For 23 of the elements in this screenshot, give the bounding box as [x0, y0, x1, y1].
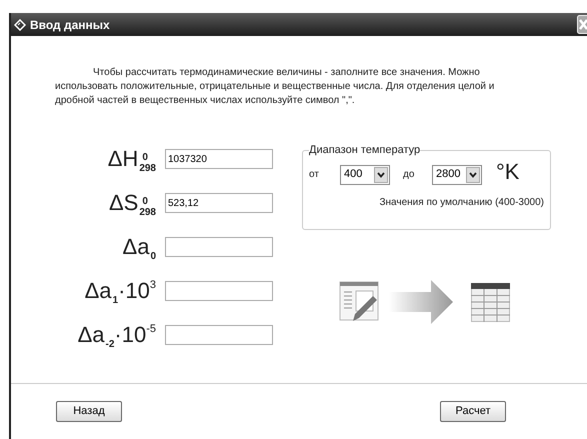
- group-title: Диапазон температур: [309, 143, 420, 158]
- default-range-note: Значения по умолчанию (400-3000): [379, 196, 544, 210]
- dropdown-icon: [469, 172, 477, 178]
- table-icon: [471, 282, 510, 322]
- back-button[interactable]: Назад: [56, 401, 122, 422]
- from-label: от: [309, 168, 320, 182]
- to-label: до: [403, 168, 416, 182]
- to-select[interactable]: 2800: [432, 164, 482, 184]
- close-icon[interactable]: [577, 15, 587, 34]
- input-field[interactable]: [165, 325, 273, 345]
- diamond-icon: [14, 18, 26, 30]
- dropdown-icon: [377, 172, 385, 178]
- input-field[interactable]: 523,12: [165, 193, 273, 213]
- form-edit-icon: [339, 281, 381, 323]
- calculate-button[interactable]: Расчет: [440, 401, 506, 422]
- window-title: Ввод данных: [30, 16, 110, 34]
- input-field[interactable]: 1037320: [165, 149, 273, 169]
- input-field[interactable]: [165, 237, 273, 257]
- instructions-text: Чтобы рассчитать термодинамические величины - заполните все значения. Можно использовать положительные, отрицательные и вещественные числа. Для отделения целой и дробной частей в вещественных числах используйте символ ",".: [55, 66, 496, 108]
- input-field[interactable]: [165, 281, 273, 301]
- from-select[interactable]: 400: [340, 164, 390, 184]
- arrow-icon: [389, 280, 453, 324]
- unit-label: °K: [496, 160, 520, 182]
